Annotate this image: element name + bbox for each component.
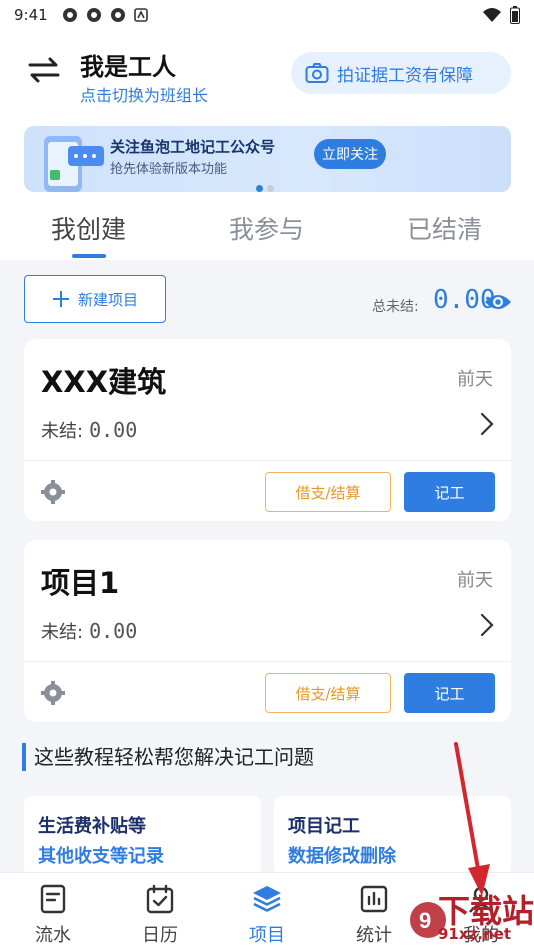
- role-title: 我是工人: [80, 53, 176, 81]
- nav-label: 日历: [142, 925, 178, 946]
- battery-icon: [510, 6, 520, 24]
- record-work-button[interactable]: 记工: [404, 673, 495, 713]
- nav-label: 统计: [356, 925, 392, 946]
- app-notification-icon: [133, 8, 148, 22]
- notification-icons: [62, 7, 148, 23]
- banner-subtitle: 抢先体验新版本功能: [110, 162, 228, 177]
- tutorial-subtitle: 数据修改删除: [288, 846, 396, 867]
- tutorial-card[interactable]: 项目记工 数据修改删除: [274, 796, 511, 876]
- project-card[interactable]: XXX建筑 前天 未结: 0.00 借支/结算 记工: [24, 339, 511, 521]
- project-unsettled: 未结: 0.00: [41, 417, 137, 443]
- calendar-icon: [146, 884, 174, 914]
- nav-label: 项目: [249, 925, 285, 946]
- tutorial-title: 项目记工: [288, 816, 360, 837]
- record-work-button[interactable]: 记工: [404, 472, 495, 512]
- chevron-right-icon[interactable]: [479, 612, 495, 638]
- notification-icon: [110, 8, 125, 22]
- plus-icon: [52, 291, 69, 307]
- chevron-right-icon[interactable]: [479, 411, 495, 437]
- gear-icon[interactable]: [41, 681, 65, 705]
- eye-icon[interactable]: [484, 292, 512, 312]
- tutorial-subtitle: 其他收支等记录: [38, 846, 164, 867]
- tutorial-title: 生活费补贴等: [38, 816, 146, 837]
- switch-role-icon[interactable]: [26, 52, 62, 88]
- document-icon: [40, 884, 66, 914]
- total-unsettled-label: 总未结:: [372, 299, 419, 315]
- header: 我是工人 点击切换为班组长 拍证据工资有保障: [0, 30, 534, 120]
- project-unsettled: 未结: 0.00: [41, 618, 137, 644]
- divider: [24, 460, 511, 461]
- loan-settle-button[interactable]: 借支/结算: [265, 472, 391, 512]
- watermark-url: 91xz.net: [438, 925, 512, 943]
- project-date: 前天: [457, 570, 493, 591]
- promo-banner[interactable]: 关注鱼泡工地记工公众号 抢先体验新版本功能 立即关注: [24, 126, 511, 192]
- follow-button[interactable]: 立即关注: [314, 139, 386, 169]
- tab-indicator: [72, 254, 106, 258]
- nav-item-records[interactable]: 流水: [0, 873, 106, 950]
- unsettled-value: 0.00: [89, 418, 138, 442]
- pagination-dot: [256, 185, 263, 192]
- gear-icon[interactable]: [41, 480, 65, 504]
- photo-evidence-label: 拍证据工资有保障: [337, 65, 473, 86]
- project-name: XXX建筑: [41, 365, 167, 399]
- loan-settle-button[interactable]: 借支/结算: [265, 673, 391, 713]
- status-time: 9:41: [14, 6, 48, 24]
- banner-title: 关注鱼泡工地记工公众号: [110, 138, 276, 156]
- tutorials-heading: 这些教程轻松帮您解决记工问题: [22, 743, 314, 771]
- unsettled-label: 未结:: [41, 622, 84, 643]
- new-project-button[interactable]: 新建项目: [24, 275, 166, 323]
- svg-text:9: 9: [419, 908, 431, 933]
- phone-illustration-icon: [44, 136, 104, 192]
- tab-settled[interactable]: 已结清: [407, 210, 482, 246]
- project-date: 前天: [457, 369, 493, 390]
- notification-icon: [62, 8, 77, 22]
- nav-item-calendar[interactable]: 日历: [107, 873, 213, 950]
- tutorial-card[interactable]: 生活费补贴等 其他收支等记录: [24, 796, 261, 876]
- nav-label: 流水: [35, 925, 71, 946]
- project-name: 项目1: [41, 566, 120, 600]
- banner-pagination: [256, 185, 274, 192]
- layers-icon: [253, 886, 281, 912]
- status-bar: 9:41: [0, 0, 534, 30]
- wifi-icon: [483, 8, 501, 22]
- project-card[interactable]: 项目1 前天 未结: 0.00 借支/结算 记工: [24, 540, 511, 722]
- notification-icon: [86, 8, 101, 22]
- switch-role-link[interactable]: 点击切换为班组长: [80, 82, 208, 106]
- camera-icon: [305, 63, 329, 83]
- photo-evidence-button[interactable]: 拍证据工资有保障: [291, 52, 511, 94]
- nav-item-projects[interactable]: 项目: [214, 873, 320, 950]
- pagination-dot: [267, 185, 274, 192]
- system-icons: [482, 6, 520, 24]
- new-project-label: 新建项目: [77, 290, 138, 309]
- unsettled-label: 未结:: [41, 421, 84, 442]
- unsettled-value: 0.00: [89, 619, 138, 643]
- tab-created[interactable]: 我创建: [51, 210, 126, 246]
- tab-joined[interactable]: 我参与: [229, 210, 304, 246]
- project-tabs: 我创建 我参与 已结清: [0, 198, 534, 260]
- divider: [24, 661, 511, 662]
- chart-icon: [360, 885, 388, 913]
